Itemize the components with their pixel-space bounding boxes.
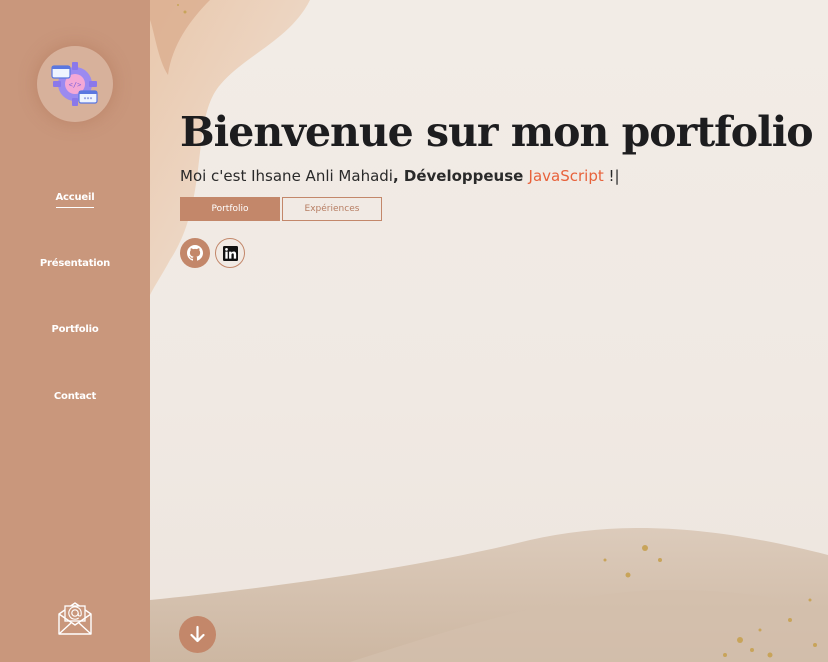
tech-text: JavaScript	[528, 167, 604, 185]
linkedin-icon	[222, 245, 238, 261]
page-title: Bienvenue sur mon portfolio	[180, 108, 814, 156]
github-icon	[187, 245, 203, 261]
intro-text: Moi c'est Ihsane Anli Mahadi	[180, 167, 393, 185]
suffix-text: !|	[603, 167, 620, 185]
scroll-down-button[interactable]	[179, 616, 216, 653]
experiences-button[interactable]: Expériences	[282, 197, 382, 221]
hero-section: Bienvenue sur mon portfolio Moi c'est Ih…	[150, 0, 828, 662]
linkedin-button[interactable]	[215, 238, 245, 268]
nav-label: Portfolio	[51, 324, 99, 335]
nav-item-contact[interactable]: Contact	[0, 391, 150, 402]
arrow-down-icon	[190, 625, 205, 643]
svg-text:***: ***	[83, 97, 92, 103]
background-art	[150, 0, 828, 662]
nav-label: Accueil	[55, 192, 95, 208]
nav-item-portfolio[interactable]: Portfolio	[0, 324, 150, 335]
portfolio-button[interactable]: Portfolio	[180, 197, 280, 221]
nav-label: Contact	[53, 391, 97, 402]
nav-item-presentation[interactable]: Présentation	[0, 258, 150, 269]
nav-item-accueil[interactable]: Accueil	[0, 192, 150, 208]
svg-text:</>: </>	[69, 81, 82, 89]
github-button[interactable]	[180, 238, 210, 268]
hero-subtitle: Moi c'est Ihsane Anli Mahadi, Développeu…	[180, 167, 620, 185]
role-text: , Développeuse	[392, 167, 529, 185]
sidebar: </> *** Accueil Présentation Portfolio C…	[0, 0, 150, 662]
logo[interactable]: </> ***	[37, 46, 113, 122]
envelope-at-icon[interactable]	[57, 600, 93, 636]
nav-label: Présentation	[39, 258, 111, 269]
gear-code-icon: </> ***	[51, 62, 98, 106]
